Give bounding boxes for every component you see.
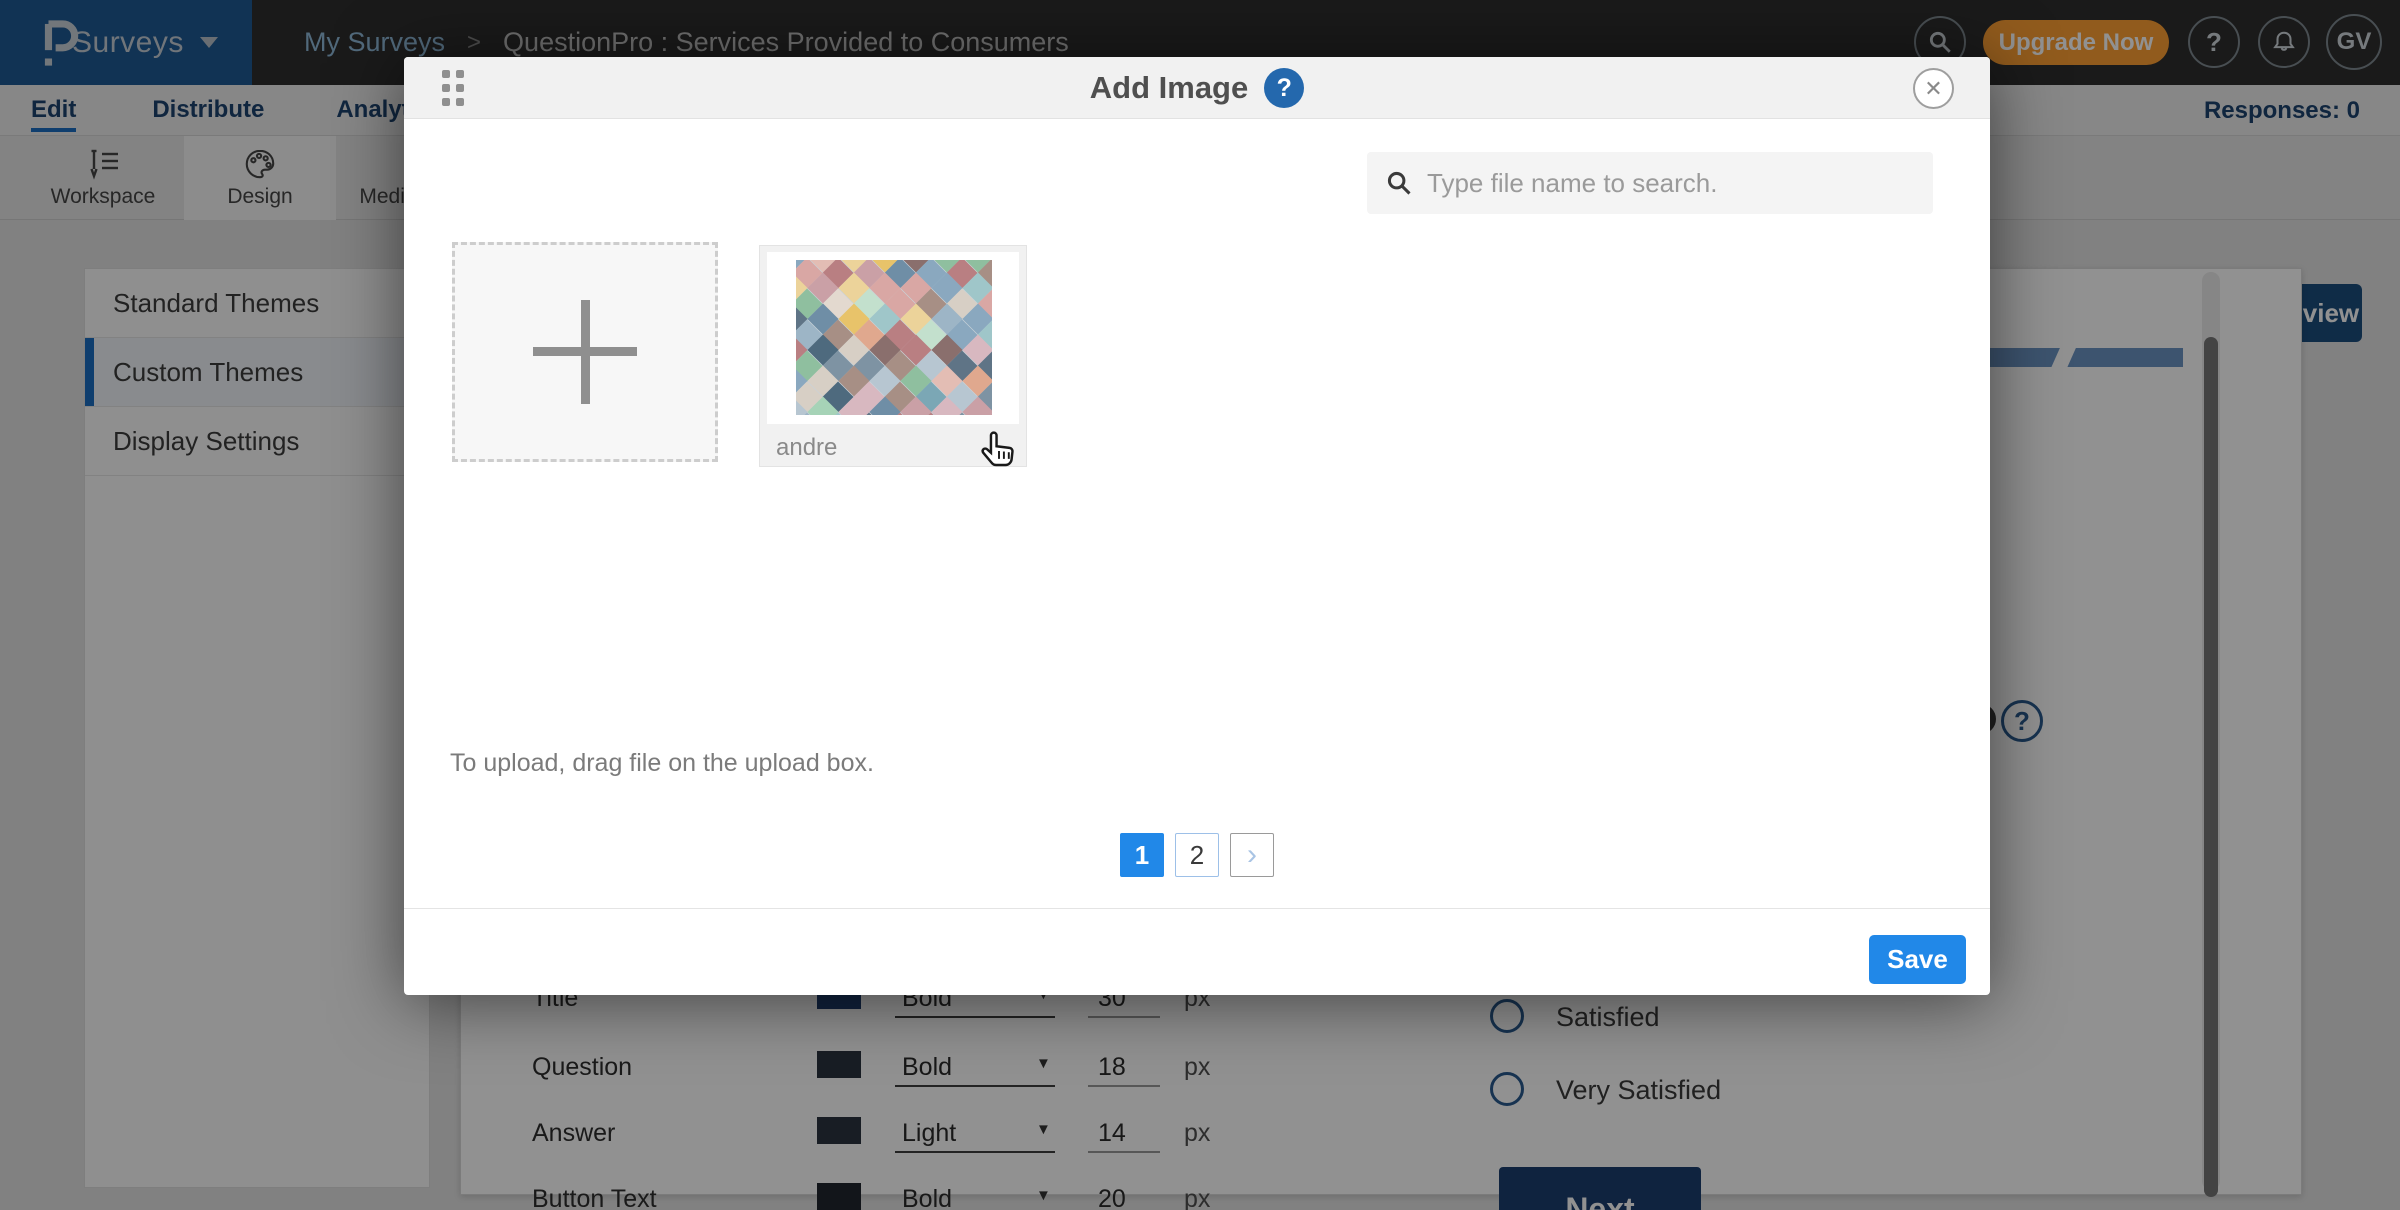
image-thumbnail-card[interactable]: andre [759,245,1027,467]
image-thumbnail-frame [767,252,1019,424]
modal-help-button[interactable]: ? [1264,68,1304,108]
chevron-right-icon: › [1247,838,1257,872]
add-image-modal: Add Image ? ✕ andre [404,57,1990,995]
image-thumbnail-mosaic [796,260,992,415]
save-button[interactable]: Save [1869,935,1966,984]
modal-footer: Save [404,908,1990,995]
next-page-button[interactable]: › [1230,833,1274,877]
modal-title-row: Add Image ? [404,57,1990,119]
modal-title: Add Image [1090,70,1248,106]
modal-close-button[interactable]: ✕ [1913,68,1954,109]
upload-dropzone[interactable] [452,242,718,462]
file-search-input[interactable] [1427,168,1907,199]
pagination: 1 2 › [404,833,1990,877]
file-search-box [1367,152,1933,214]
upload-hint-text: To upload, drag file on the upload box. [450,749,874,778]
questionpro-app: Surveys My Surveys > QuestionPro : Servi… [0,0,2400,1210]
search-icon [1385,169,1413,197]
page-button-1[interactable]: 1 [1120,833,1164,877]
image-thumbnail-label: andre [776,434,837,462]
page-button-2[interactable]: 2 [1175,833,1219,877]
close-icon: ✕ [1924,76,1942,102]
